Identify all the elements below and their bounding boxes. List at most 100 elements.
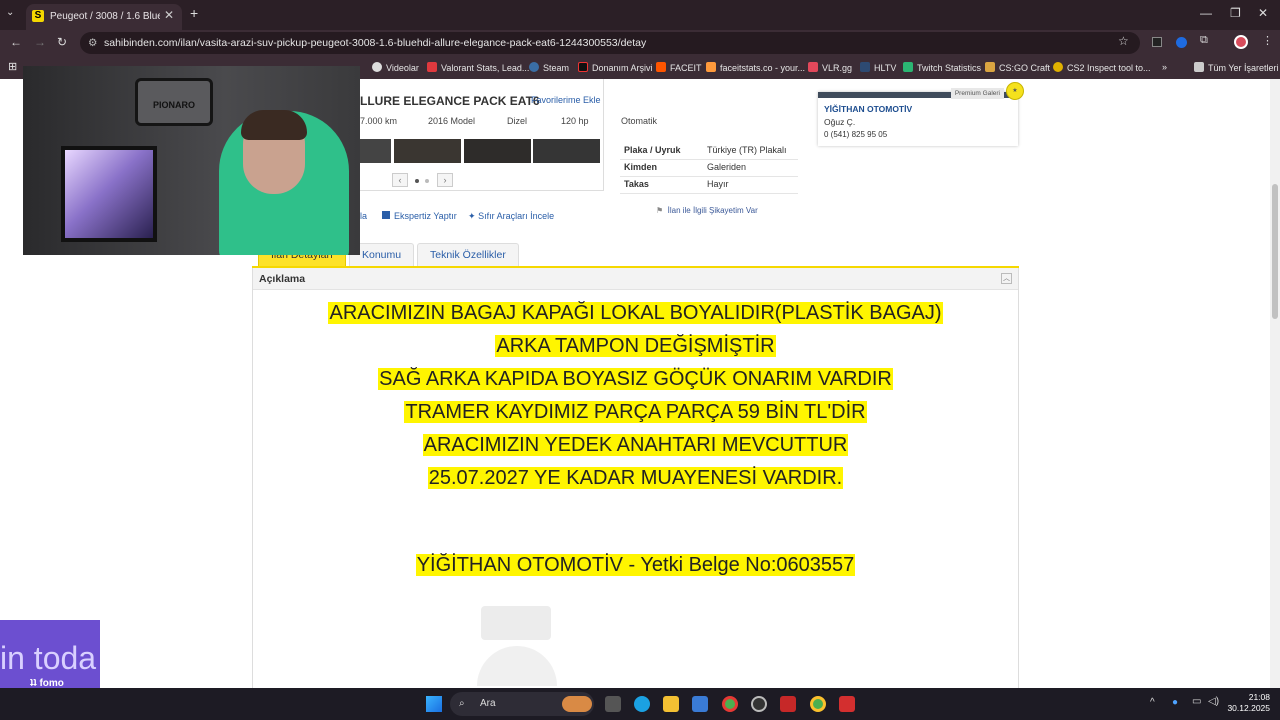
profile-avatar[interactable] [1234,35,1248,49]
system-clock[interactable]: 21:08 30.12.2025 [1227,692,1270,714]
gallery-dot[interactable] [425,179,429,183]
bookmark-hltv[interactable]: HLTV [860,62,896,73]
close-tab-icon[interactable]: ✕ [164,8,174,22]
new-cars-link[interactable]: ✦ Sıfır Araçları İncele [468,211,554,222]
file-explorer-icon[interactable] [663,696,679,712]
extension-icon[interactable] [1176,37,1187,48]
row-divider [620,193,798,194]
tab-title: Peugeot / 3008 / 1.6 BlueHDi / [50,11,160,22]
sahibinden-favicon: S [32,10,44,22]
csgo-craft-icon [985,62,995,72]
search-highlight-icon[interactable] [562,696,592,712]
expertise-icon [382,211,390,219]
tray-chevron-icon[interactable]: ^ [1150,697,1155,708]
logo-placeholder [477,646,557,686]
hltv-icon [860,62,870,72]
restore-icon[interactable]: ❐ [1230,6,1241,20]
task-view-icon[interactable] [605,696,621,712]
bookmark-cs2-inspect[interactable]: CS2 Inspect tool to... [1053,62,1151,73]
browser-tab-strip: ⌄ S Peugeot / 3008 / 1.6 BlueHDi / ✕ + —… [0,0,1280,30]
gallery-thumbnail[interactable] [360,139,391,163]
tiktok-icon [578,62,588,72]
gallery-dot[interactable] [415,179,419,183]
twitchtracker-icon [903,62,913,72]
browser-tab[interactable]: S Peugeot / 3008 / 1.6 BlueHDi / ✕ [26,4,182,30]
spec-km: 7.000 km [360,116,398,126]
seller-phone: 0 (541) 825 95 05 [824,130,888,139]
description-line: 25.07.2027 YE KADAR MUAYENESİ VARDIR. [427,467,844,489]
fomo-overlay: in toda ʇʇ fomo [0,620,100,692]
forward-icon[interactable]: → [34,35,46,49]
start-icon[interactable] [426,696,442,712]
gallery-thumbnail[interactable] [533,139,600,163]
streamer-hair [241,110,307,140]
all-bookmarks[interactable]: Tüm Yer İşaretleri [1194,62,1279,73]
spec-power: 120 hp [561,116,589,126]
expertise-link[interactable]: Ekspertiz Yaptır [382,211,457,221]
description-line: ARACIMIZIN BAGAJ KAPAĞI LOKAL BOYALIDIR(… [328,302,943,324]
microphone-icon[interactable]: ● [1172,697,1178,708]
add-favorite-link[interactable]: Favorilerime Ekle [531,95,601,105]
apps-icon[interactable]: ⊞ [8,60,17,73]
address-bar[interactable]: ⚙ sahibinden.com/ilan/vasita-arazi-suv-p… [80,32,1140,54]
premium-badge: Premium Galeri [950,88,1004,99]
more-bookmarks-icon[interactable]: » [1162,62,1167,72]
tab-technical[interactable]: Teknik Özellikler [417,243,519,267]
listing-title: LLURE ELEGANCE PACK EAT6 [360,94,540,108]
complaint-link[interactable]: ⚑ İlan ile İlgili Şikayetim Var [656,206,758,215]
extensions-puzzle-icon[interactable]: ⧉ [1200,34,1208,47]
close-window-icon[interactable]: ✕ [1258,6,1268,20]
action-link[interactable]: la [360,211,367,221]
back-icon[interactable]: ← [10,35,22,49]
extension-icon[interactable] [1152,37,1162,47]
app-icon[interactable] [780,696,796,712]
seller-name[interactable]: YİĞİTHAN OTOMOTİV [824,104,912,114]
volume-icon[interactable]: ◁) [1208,696,1219,707]
bookmark-csgo-craft[interactable]: CS:GO Craft [985,62,1050,73]
collapse-icon[interactable]: ︿ [1001,273,1012,284]
description-line: SAĞ ARKA KAPIDA BOYASIZ GÖÇÜK ONARIM VAR… [378,368,893,390]
search-icon: ⌕ [459,698,465,709]
chrome-icon[interactable] [722,696,738,712]
bookmark-vlr[interactable]: VLR.gg [808,62,852,73]
webcam-overlay: PIONARO [23,66,360,255]
menu-icon[interactable]: ⋮ [1262,34,1273,47]
bookmark-steam[interactable]: Steam [529,62,569,73]
description-line: ARACIMIZIN YEDEK ANAHTARI MEVCUTTUR [422,434,849,456]
tab-list-button[interactable]: ⌄ [6,7,14,18]
row-divider [620,159,798,160]
gallery-thumbnail[interactable] [394,139,461,163]
minimize-icon[interactable]: — [1200,6,1212,20]
bookmark-faceit[interactable]: FACEIT [656,62,702,73]
app-icon[interactable] [839,696,855,712]
wall-logo: PIONARO [135,78,213,126]
faceit-icon [656,62,666,72]
detail-value: Galeriden [707,162,747,172]
row-divider [620,176,798,177]
reload-icon[interactable]: ↻ [57,35,67,49]
new-tab-button[interactable]: + [190,5,198,21]
bookmark-faceitstats[interactable]: faceitstats.co - your... [706,62,805,73]
steam-icon [529,62,539,72]
bookmark-donanim[interactable]: Donanım Arşivi [578,62,653,73]
edge-icon[interactable] [634,696,650,712]
network-icon[interactable]: ▭ [1192,696,1201,707]
bookmark-valorant[interactable]: Valorant Stats, Lead... [427,62,529,73]
premium-seal-icon: ★ [1006,82,1024,100]
chrome-active-icon[interactable] [810,696,826,712]
gallery-thumbnail[interactable] [464,139,531,163]
gallery-next-button[interactable]: › [437,173,453,187]
site-info-icon[interactable]: ⚙ [88,32,97,54]
bookmark-star-icon[interactable]: ☆ [1118,34,1129,48]
scrollbar-thumb[interactable] [1272,184,1278,319]
mail-icon[interactable] [692,696,708,712]
wand-icon: ✦ [468,211,476,221]
bookmark-videolar[interactable]: Videolar [372,62,419,73]
bookmark-twitch-stats[interactable]: Twitch Statistics [903,62,981,73]
description-line: ARKA TAMPON DEĞİŞMİŞTİR [495,335,776,357]
gallery-prev-button[interactable]: ‹ [392,173,408,187]
detail-label: Takas [624,179,649,189]
page-scrollbar[interactable] [1270,79,1280,688]
valorant-icon [427,62,437,72]
app-icon[interactable] [751,696,767,712]
